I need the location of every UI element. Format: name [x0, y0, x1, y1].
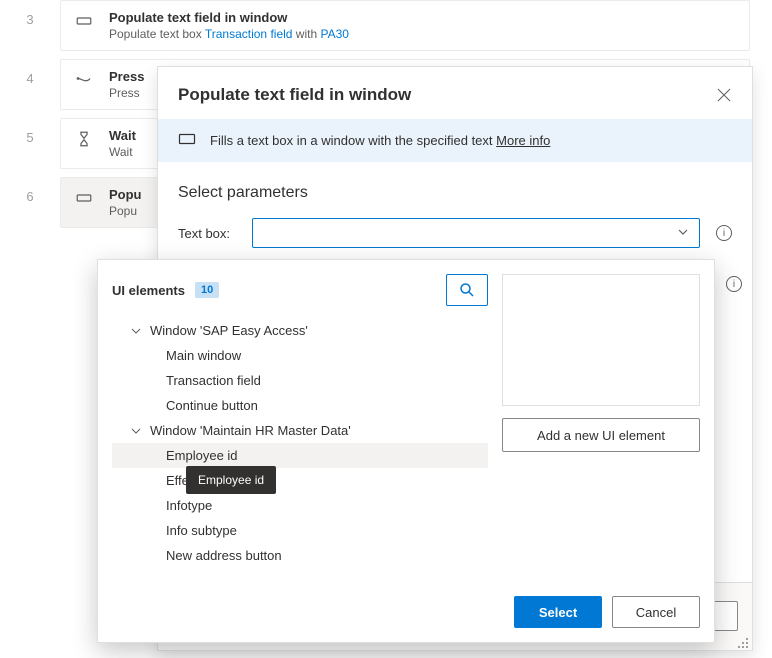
preview-box [502, 274, 700, 406]
ui-elements-tree: Window 'SAP Easy Access' Main window Tra… [112, 318, 488, 568]
ui-elements-picker: UI elements 10 Window 'SAP Easy Access' … [97, 259, 715, 643]
hourglass-icon [73, 128, 95, 150]
cancel-button[interactable]: Cancel [612, 596, 700, 628]
step-subtitle: Populate text box Transaction field with… [109, 27, 737, 41]
tree-item[interactable]: Infotype [112, 493, 488, 518]
textbox-icon [178, 132, 196, 149]
step-number: 4 [0, 59, 60, 86]
press-icon [73, 69, 95, 91]
close-icon[interactable] [716, 87, 732, 103]
info-text: Fills a text box in a window with the sp… [210, 133, 550, 148]
tree-item[interactable]: Transaction field [112, 368, 488, 393]
textbox-dropdown[interactable] [252, 218, 700, 248]
tree-group-label: Window 'Maintain HR Master Data' [150, 423, 351, 438]
chevron-down-icon [677, 226, 689, 241]
tree-item-employee-id[interactable]: Employee id [112, 443, 488, 468]
more-info-link[interactable]: More info [496, 133, 550, 148]
param-label: Text box: [178, 226, 236, 241]
tree-item[interactable]: Continue button [112, 393, 488, 418]
step-number: 6 [0, 177, 60, 204]
info-icon[interactable]: i [726, 276, 742, 292]
chevron-down-icon [130, 325, 142, 337]
chevron-down-icon [130, 425, 142, 437]
step-card[interactable]: Populate text field in window Populate t… [60, 0, 750, 51]
step-number: 5 [0, 118, 60, 145]
step-number: 3 [0, 0, 60, 27]
info-bar: Fills a text box in a window with the sp… [158, 119, 752, 162]
step-title: Populate text field in window [109, 10, 737, 25]
section-title: Select parameters [158, 162, 752, 218]
textbox-icon [73, 10, 95, 32]
tree-group-label: Window 'SAP Easy Access' [150, 323, 308, 338]
tree-item[interactable]: New address button [112, 543, 488, 568]
search-button[interactable] [446, 274, 488, 306]
textbox-icon [73, 187, 95, 209]
footer-button-partial[interactable] [712, 601, 738, 631]
picker-heading: UI elements [112, 283, 185, 298]
select-button[interactable]: Select [514, 596, 602, 628]
tree-group[interactable]: Window 'Maintain HR Master Data' [112, 418, 488, 443]
modal-title: Populate text field in window [178, 85, 411, 105]
info-icon[interactable]: i [716, 225, 732, 241]
tree-item[interactable]: Effecti [112, 468, 488, 493]
count-badge: 10 [195, 282, 219, 298]
tree-item[interactable]: Main window [112, 343, 488, 368]
resize-grip-icon[interactable] [736, 636, 748, 648]
tree-item[interactable]: Info subtype [112, 518, 488, 543]
add-ui-element-button[interactable]: Add a new UI element [502, 418, 700, 452]
tree-group[interactable]: Window 'SAP Easy Access' [112, 318, 488, 343]
